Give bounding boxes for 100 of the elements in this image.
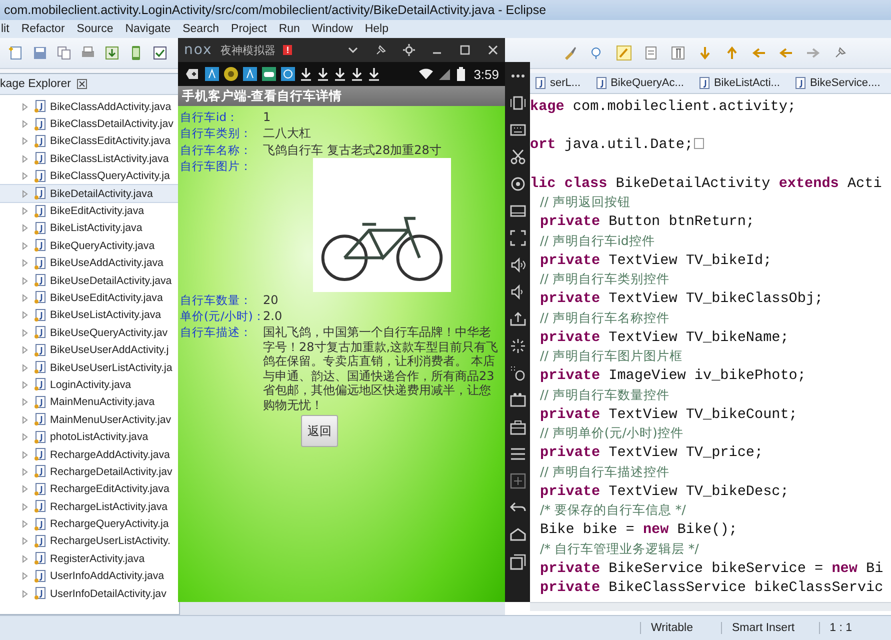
file-tree-item[interactable]: BikeClassEditActivity.java: [0, 132, 179, 150]
file-tree-item[interactable]: BikeUseQueryActivity.jav: [0, 324, 179, 342]
expand-arrow-icon[interactable]: [22, 259, 28, 268]
file-tree-item[interactable]: BikeClassDetailActivity.jav: [0, 115, 179, 133]
menu-item[interactable]: Search: [182, 23, 220, 35]
file-tree-item[interactable]: LoginActivity.java: [0, 376, 179, 394]
file-tree-item[interactable]: BikeClassListActivity.java: [0, 150, 179, 168]
recent-apps-icon[interactable]: [510, 554, 526, 570]
file-tree-item[interactable]: BikeUseDetailActivity.java: [0, 272, 179, 290]
file-tree-item[interactable]: photoListActivity.java: [0, 428, 179, 446]
file-tree-item[interactable]: RechargeQueryActivity.ja: [0, 515, 179, 533]
checkbox-icon[interactable]: [152, 45, 168, 61]
highlighter-icon[interactable]: [616, 45, 632, 61]
volume-up-icon[interactable]: [510, 257, 526, 273]
scissors-icon[interactable]: [510, 149, 526, 165]
expand-arrow-icon[interactable]: [22, 468, 28, 476]
expand-arrow-icon[interactable]: [22, 172, 28, 180]
home-icon[interactable]: [510, 527, 526, 543]
file-tree-item[interactable]: RechargeDetailActivity.jav: [0, 463, 179, 481]
file-tree-item[interactable]: BikeClassAddActivity.java: [0, 98, 179, 116]
phone-shake-icon[interactable]: [510, 95, 526, 111]
editor-tab[interactable]: BikeListActi...: [696, 76, 782, 90]
file-tree-item[interactable]: RechargeEditActivity.java: [0, 480, 179, 498]
copy-icon[interactable]: [56, 45, 72, 61]
close-icon[interactable]: [76, 79, 87, 89]
file-tree-item[interactable]: BikeUseAddActivity.java: [0, 254, 179, 272]
file-tree-item[interactable]: BikeClassQueryActivity.ja: [0, 168, 179, 185]
file-tree-item[interactable]: BikeDetailActivity.java: [0, 184, 179, 202]
pin-icon[interactable]: [375, 44, 387, 56]
file-tree-item[interactable]: MainMenuActivity.java: [0, 394, 179, 412]
expand-arrow-icon[interactable]: [22, 554, 28, 563]
expand-arrow-icon[interactable]: [22, 450, 28, 458]
java-file-icon: [34, 222, 46, 235]
code-line: private TextView TV_bikeClassObj;: [540, 291, 824, 308]
menu-item[interactable]: lit: [1, 23, 10, 35]
file-tree-item[interactable]: RechargeAddActivity.java: [0, 446, 179, 464]
file-tree-item[interactable]: RechargeListActivity.java: [0, 498, 179, 516]
java-file-icon: [34, 326, 46, 340]
add-window-icon[interactable]: [510, 473, 526, 489]
menu-item[interactable]: Help: [364, 23, 389, 35]
editor-tab[interactable]: serL...: [532, 76, 583, 90]
video-camera-icon[interactable]: [510, 392, 526, 408]
expand-arrow-icon[interactable]: [22, 398, 28, 406]
download-icon[interactable]: [104, 45, 120, 61]
expand-arrow-icon[interactable]: [22, 328, 28, 337]
menu-icon[interactable]: [510, 446, 526, 462]
window-title: com.mobileclient.activity.LoginActivity/src/com/mobileclient/activity/BikeDetailActivity.java - Eclipse: [4, 3, 546, 17]
fullscreen-icon[interactable]: [510, 230, 526, 246]
maximize-icon[interactable]: [459, 44, 471, 56]
folded-code-icon[interactable]: [694, 137, 704, 150]
file-tree-item[interactable]: BikeUseEditActivity.java: [0, 289, 179, 307]
expand-arrow-icon[interactable]: [22, 242, 28, 250]
expand-arrow-icon[interactable]: [22, 572, 28, 580]
upload-icon[interactable]: [510, 311, 526, 327]
menu-item[interactable]: Project: [231, 23, 267, 35]
file-tree-item[interactable]: RegisterActivity.java: [0, 550, 179, 568]
alert-badge[interactable]: !: [283, 45, 292, 55]
back-button[interactable]: 返回: [301, 415, 338, 448]
screen-icon[interactable]: [510, 203, 526, 219]
menu-item[interactable]: Refactor: [21, 23, 65, 35]
file-tree-item[interactable]: BikeEditActivity.java: [0, 202, 179, 220]
toolbox-icon[interactable]: [510, 419, 526, 435]
volume-down-icon[interactable]: [510, 284, 526, 300]
menu-item[interactable]: Run: [278, 23, 300, 35]
file-tree-item[interactable]: BikeListActivity.java: [0, 220, 179, 238]
file-tree-item[interactable]: BikeUseUserListActivity.ja: [0, 358, 179, 376]
file-tree-item[interactable]: BikeUseListActivity.java: [0, 306, 179, 324]
loading-icon[interactable]: [510, 338, 526, 354]
menu-item[interactable]: Source: [76, 23, 114, 35]
expand-arrow-icon[interactable]: [22, 154, 28, 163]
expand-arrow-icon[interactable]: [22, 590, 28, 598]
horizontal-scrollbar[interactable]: [530, 602, 891, 611]
expand-arrow-icon[interactable]: [22, 502, 28, 511]
java-file-icon: [34, 291, 46, 304]
expand-arrow-icon[interactable]: [22, 433, 28, 442]
editor-tab[interactable]: BikeQueryAc...: [592, 76, 686, 90]
location-icon[interactable]: [510, 176, 526, 192]
settings-icon[interactable]: [403, 44, 415, 56]
expand-arrow-icon[interactable]: [22, 346, 28, 354]
file-tree-item[interactable]: MainMenuUserActivity.jav: [0, 411, 179, 428]
expand-arrow-icon[interactable]: [22, 102, 28, 111]
document-icon[interactable]: [643, 45, 659, 61]
file-tree-item[interactable]: UserInfoDetailActivity.jav: [0, 584, 179, 602]
expand-arrow-icon[interactable]: [22, 416, 28, 424]
save-icon[interactable]: [32, 45, 48, 61]
java-file-icon: [34, 378, 46, 392]
file-tree-item[interactable]: UserInfoAddActivity.java: [0, 568, 179, 585]
file-tree-item[interactable]: RechargeUserListActivity.: [0, 532, 179, 550]
file-tree-item[interactable]: BikeQueryActivity.java: [0, 237, 179, 255]
editor-tab[interactable]: BikeService....: [792, 76, 882, 90]
new-file-icon[interactable]: [8, 45, 24, 61]
field-label: 自行车名称：: [180, 142, 253, 158]
keyboard-icon[interactable]: [510, 122, 526, 138]
expand-arrow-icon[interactable]: [22, 485, 28, 494]
expand-arrow-icon[interactable]: [22, 190, 28, 198]
menu-item[interactable]: Window: [312, 23, 353, 35]
menu-item[interactable]: Navigate: [125, 23, 171, 35]
file-tree-item[interactable]: BikeUseUserAddActivity.j: [0, 341, 179, 359]
code-line: private TextView TV_bikeName;: [540, 330, 789, 346]
expand-arrow-icon[interactable]: [22, 311, 28, 320]
